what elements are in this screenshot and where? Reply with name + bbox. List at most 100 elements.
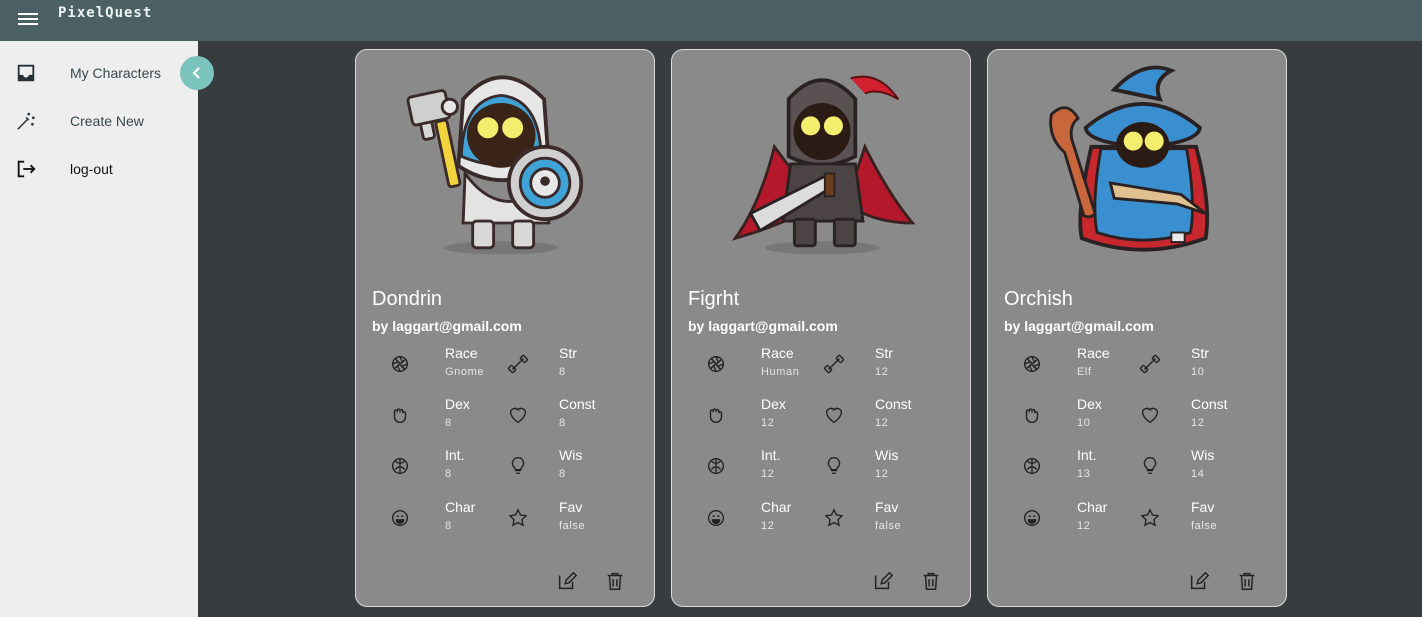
- fist-icon: [393, 408, 407, 424]
- character-owner: by laggart@gmail.com: [688, 318, 838, 334]
- stat-label: Str: [1191, 345, 1209, 361]
- stat-label: Str: [875, 345, 893, 361]
- stat-value: 10: [1077, 417, 1091, 429]
- edit-icon[interactable]: [872, 570, 894, 592]
- heart-icon: [1141, 407, 1159, 424]
- stat-value: false: [559, 520, 586, 532]
- stat-value: 12: [761, 468, 775, 480]
- stat-value: 12: [761, 520, 775, 532]
- stat-value: Elf: [1077, 366, 1092, 378]
- stat-label: Int.: [761, 447, 781, 463]
- stat-value: 8: [445, 520, 452, 532]
- trash-icon[interactable]: [604, 570, 626, 592]
- stat-value: 8: [445, 417, 452, 429]
- dumbbell-icon: [507, 354, 529, 374]
- character-portrait-image: [406, 75, 584, 255]
- character-owner: by laggart@gmail.com: [1004, 318, 1154, 334]
- stat-label: Dex: [761, 396, 786, 412]
- character-card[interactable]: Dondrin by laggart@gmail.com Race Gnome …: [355, 49, 655, 607]
- character-card[interactable]: Figrht by laggart@gmail.com Race Human S…: [671, 49, 971, 607]
- stat-label: Int.: [1077, 447, 1097, 463]
- character-name: Orchish: [1004, 288, 1073, 310]
- trash-icon[interactable]: [920, 570, 942, 592]
- dumbbell-icon: [823, 354, 845, 374]
- top-app-bar: PixelQuest: [0, 0, 1422, 41]
- lightbulb-icon: [827, 457, 841, 475]
- lightbulb-icon: [511, 457, 525, 475]
- card-actions: [1188, 570, 1268, 592]
- trash-icon[interactable]: [1236, 570, 1258, 592]
- magic-wand-icon: [17, 112, 35, 130]
- character-name: Dondrin: [372, 288, 443, 310]
- character-portrait-image: [731, 75, 916, 255]
- stat-label: Fav: [875, 499, 899, 515]
- card-actions: [556, 570, 636, 592]
- stat-label: Int.: [445, 447, 465, 463]
- stat-value: 12: [1077, 520, 1091, 532]
- character-name: Figrht: [688, 288, 740, 310]
- stat-value: 14: [1191, 468, 1205, 480]
- stat-value: 10: [1191, 366, 1205, 378]
- fist-icon: [1025, 408, 1039, 424]
- stat-value: 13: [1077, 468, 1091, 480]
- smile-icon: [1023, 509, 1041, 527]
- hamburger-menu-icon[interactable]: [18, 10, 40, 28]
- card-actions: [872, 570, 952, 592]
- stat-value: false: [875, 520, 902, 532]
- stat-label: Char: [445, 499, 476, 515]
- stat-value: 8: [559, 417, 566, 429]
- stat-value: 8: [445, 468, 452, 480]
- star-icon: [824, 508, 844, 527]
- stat-label: Const: [875, 396, 912, 412]
- stat-value: Gnome: [445, 366, 485, 378]
- star-icon: [1140, 508, 1160, 527]
- character-owner: by laggart@gmail.com: [372, 318, 522, 334]
- edit-icon[interactable]: [556, 570, 578, 592]
- character-card[interactable]: Orchish by laggart@gmail.com Race Elf St…: [987, 49, 1287, 607]
- stat-value: 12: [1191, 417, 1205, 429]
- stat-value: 8: [559, 468, 566, 480]
- sidebar-item-label: Create New: [70, 113, 144, 129]
- logout-icon: [17, 160, 36, 178]
- fist-icon: [709, 408, 723, 424]
- smile-icon: [391, 509, 409, 527]
- lightbulb-icon: [1143, 457, 1157, 475]
- stat-label: Fav: [1191, 499, 1215, 515]
- stat-value: false: [1191, 520, 1218, 532]
- heart-icon: [509, 407, 527, 424]
- character-portrait-image: [1049, 65, 1210, 252]
- sidebar: My Characters Create New log-out: [0, 41, 198, 617]
- star-icon: [508, 508, 528, 527]
- brain-icon: [391, 457, 409, 475]
- stat-label: Wis: [1191, 447, 1215, 463]
- aperture-icon: [391, 355, 409, 373]
- stat-label: Fav: [559, 499, 583, 515]
- inbox-icon: [17, 64, 35, 82]
- app-title: PixelQuest: [58, 5, 153, 21]
- sidebar-item-label: My Characters: [70, 65, 162, 81]
- edit-icon[interactable]: [1188, 570, 1210, 592]
- sidebar-item-my-characters[interactable]: My Characters: [0, 52, 198, 94]
- stat-label: Wis: [875, 447, 899, 463]
- smile-icon: [707, 509, 725, 527]
- sidebar-item-log-out[interactable]: log-out: [0, 148, 198, 190]
- sidebar-item-label: log-out: [70, 161, 113, 177]
- dumbbell-icon: [1139, 354, 1161, 374]
- stat-value: 12: [875, 366, 889, 378]
- aperture-icon: [1023, 355, 1041, 373]
- stat-label: Char: [1077, 499, 1108, 515]
- stat-label: Dex: [1077, 396, 1102, 412]
- brain-icon: [707, 457, 725, 475]
- stat-label: Race: [761, 345, 794, 361]
- stat-value: 12: [875, 468, 889, 480]
- brain-icon: [1023, 457, 1041, 475]
- chevron-left-icon: [192, 67, 200, 79]
- heart-icon: [825, 407, 843, 424]
- stat-value: 12: [761, 417, 775, 429]
- stat-label: Char: [761, 499, 792, 515]
- stat-label: Race: [445, 345, 478, 361]
- collapse-sidebar-button[interactable]: [180, 56, 214, 90]
- sidebar-item-create-new[interactable]: Create New: [0, 100, 198, 142]
- stat-label: Const: [559, 396, 596, 412]
- stat-label: Dex: [445, 396, 470, 412]
